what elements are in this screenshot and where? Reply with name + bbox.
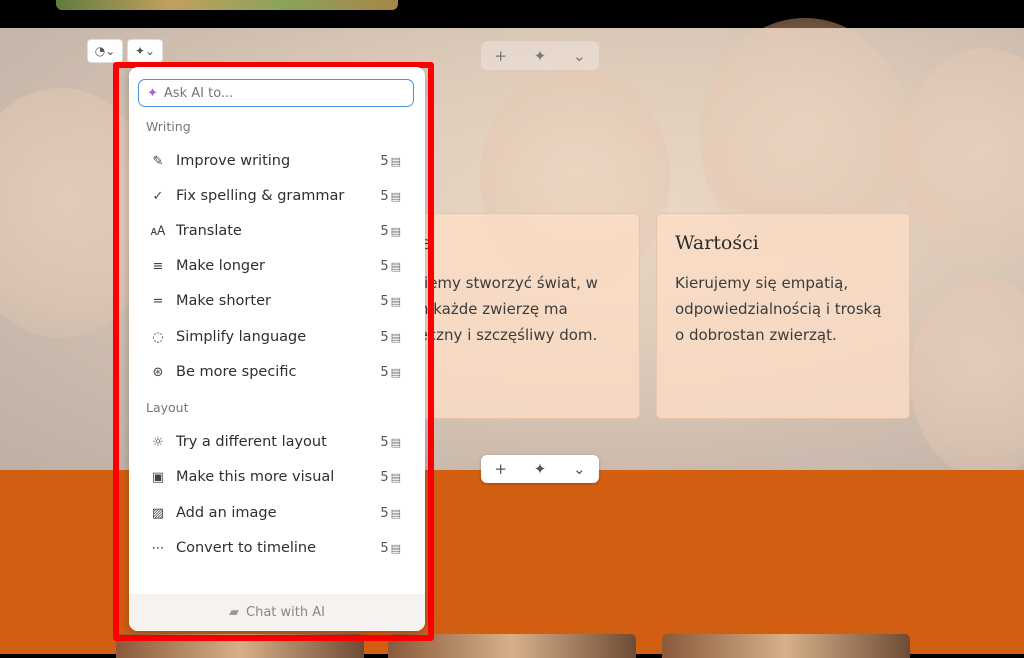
menu-item-translate[interactable]: 🗚 Translate 5 ▤ — [129, 215, 425, 247]
section-toolbar: + ✦ ⌄ — [481, 455, 599, 483]
menu-item-simplify-language[interactable]: ◌ Simplify language 5 ▤ — [129, 321, 425, 353]
ai-menu-panel: ✦ Writing ✎ Improve writing 5▤ ✓ Fix spe… — [129, 67, 425, 631]
timeline-icon: ⋯ — [151, 540, 165, 556]
more-chevron-button[interactable]: ⌄ — [573, 460, 586, 478]
target-icon: ⊛ — [152, 364, 164, 380]
credits-icon: ▤ — [390, 506, 401, 520]
palette-icon: ◔⌄ — [94, 44, 116, 58]
credits-icon: ▤ — [390, 259, 401, 273]
credit-cost: 5 ▤ — [380, 505, 401, 521]
menu-item-add-image[interactable]: ▨ Add an image 5 ▤ — [129, 497, 425, 529]
menu-item-label: Add an image — [176, 505, 277, 521]
check-icon: ✓ — [152, 188, 164, 204]
credits-icon: ▤ — [390, 189, 401, 203]
credits-icon: ▤ — [390, 154, 401, 168]
credit-cost: 5 ▤ — [380, 329, 401, 345]
credits-icon: ▤ — [390, 365, 401, 379]
pen-icon: ✎ — [152, 153, 164, 169]
images-icon: ▣ — [151, 469, 165, 485]
top-dark-bar — [0, 0, 1024, 28]
sparkle-icon: ✦ — [147, 85, 158, 101]
credit-cost: 5 ▤ — [380, 153, 401, 169]
menu-item-different-layout[interactable]: ☼ Try a different layout 5 ▤ — [129, 426, 425, 458]
credits-icon: ▤ — [390, 470, 401, 484]
ask-ai-field[interactable]: ✦ — [138, 79, 414, 107]
credit-cost: 5 ▤ — [380, 258, 401, 274]
ai-sparkle-button[interactable]: ✦ — [534, 47, 547, 65]
translate-icon: 🗚 — [150, 223, 166, 239]
add-block-button[interactable]: + — [494, 47, 507, 65]
menu-item-label: Fix spelling & grammar — [176, 188, 345, 204]
credits-icon: ▤ — [390, 330, 401, 344]
section-heading-layout: Layout — [146, 400, 189, 415]
sparkle-icon: ✦⌄ — [134, 44, 156, 58]
credits-icon: ▤ — [390, 294, 401, 308]
lightbulb-icon: ☼ — [152, 434, 164, 450]
menu-item-label: Simplify language — [176, 329, 307, 345]
menu-item-label: Make longer — [176, 258, 265, 274]
menu-item-be-more-specific[interactable]: ⊛ Be more specific 5 ▤ — [129, 356, 425, 388]
more-chevron-button[interactable]: ⌄ — [573, 47, 586, 65]
menu-item-label: Make shorter — [176, 293, 271, 309]
chat-bubbles-icon: ▰ — [229, 605, 240, 620]
credit-cost: 5 ▤ — [380, 434, 401, 450]
credit-cost: 5 ▤ — [380, 293, 401, 309]
section-heading-writing: Writing — [146, 119, 191, 134]
credits-icon: ▤ — [390, 435, 401, 449]
theme-palette-button[interactable]: ◔⌄ — [87, 39, 123, 63]
values-card-title: Wartości — [675, 232, 759, 254]
gallery-photo — [662, 634, 910, 658]
add-block-button[interactable]: + — [494, 460, 507, 478]
menu-item-label: Translate — [176, 223, 242, 239]
menu-item-label: Make this more visual — [176, 469, 335, 485]
lines-shorter-icon: = — [152, 293, 164, 309]
credit-cost: 5 ▤ — [380, 469, 401, 485]
credit-cost: 5 ▤ — [380, 364, 401, 380]
menu-item-convert-timeline[interactable]: ⋯ Convert to timeline 5 ▤ — [129, 532, 425, 564]
credit-cost: 5 ▤ — [380, 223, 401, 239]
speech-bubble-icon: ◌ — [152, 329, 164, 345]
menu-item-make-shorter[interactable]: = Make shorter 5 ▤ — [129, 285, 425, 317]
ai-sparkle-button[interactable]: ✦ — [534, 460, 547, 478]
menu-item-label: Be more specific — [176, 364, 297, 380]
lines-longer-icon: ≡ — [152, 258, 164, 274]
ask-ai-input[interactable] — [161, 84, 396, 102]
credit-cost: 5 ▤ — [380, 188, 401, 204]
mission-card-text: gniemy stworzyć świat, w ym każde zwierz… — [405, 274, 598, 344]
credit-cost: 5 ▤ — [380, 540, 401, 556]
image-icon: ▨ — [151, 505, 165, 521]
menu-item-fix-spelling[interactable]: ✓ Fix spelling & grammar 5 ▤ — [129, 180, 425, 212]
ai-tools-button[interactable]: ✦⌄ — [127, 39, 163, 63]
credits-icon: ▤ — [390, 541, 401, 555]
block-tools: ◔⌄ ✦⌄ — [87, 39, 163, 63]
top-image-strip — [56, 0, 398, 10]
chat-with-ai-label: Chat with AI — [246, 605, 325, 620]
values-card-text: Kierujemy się empatią, odpowiedzialności… — [675, 274, 882, 344]
menu-item-label: Improve writing — [176, 153, 291, 169]
chat-with-ai-button[interactable]: ▰ Chat with AI — [129, 594, 425, 631]
values-card: Wartości Kierujemy się empatią, odpowied… — [656, 213, 910, 419]
menu-item-label: Convert to timeline — [176, 540, 317, 556]
menu-item-more-visual[interactable]: ▣ Make this more visual 5 ▤ — [129, 461, 425, 493]
menu-item-improve-writing[interactable]: ✎ Improve writing 5 ▤ — [129, 145, 425, 177]
menu-item-label: Try a different layout — [176, 434, 327, 450]
hero-top-toolbar: + ✦ ⌄ — [481, 41, 599, 70]
credits-icon: ▤ — [390, 224, 401, 238]
menu-item-make-longer[interactable]: ≡ Make longer 5 ▤ — [129, 250, 425, 282]
